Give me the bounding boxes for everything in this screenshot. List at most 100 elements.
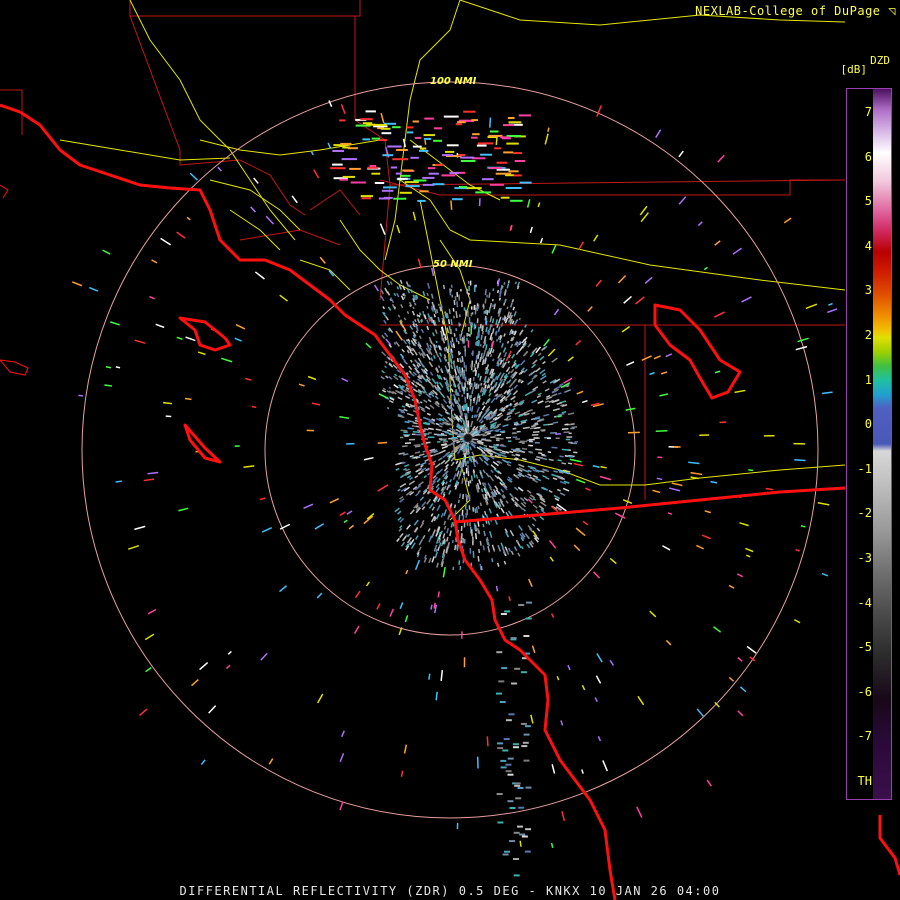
product-caption: DIFFERENTIAL REFLECTIVITY (ZDR) 0.5 DEG …: [179, 884, 721, 898]
radar-echo: [395, 172, 402, 175]
radar-echo: [542, 360, 546, 365]
radar-echo: [507, 117, 515, 119]
radar-echo: [652, 489, 661, 494]
radar-echo: [539, 355, 545, 361]
radar-echo: [411, 433, 416, 436]
radar-echo: [443, 525, 447, 530]
radar-echo: [522, 741, 529, 744]
radar-echo: [559, 455, 564, 458]
radar-echo: [402, 535, 407, 542]
radar-echo: [457, 121, 466, 124]
radar-echo: [479, 502, 482, 507]
radar-echo: [400, 541, 406, 547]
radar-echo: [510, 368, 515, 374]
radar-echo: [413, 519, 419, 526]
radar-echo: [491, 328, 495, 334]
radar-echo: [623, 295, 632, 304]
radar-echo: [254, 271, 265, 280]
radar-echo: [444, 481, 448, 485]
radar-echo: [520, 722, 527, 725]
radar-echo: [423, 455, 428, 458]
radar-echo: [540, 501, 547, 507]
radar-echo: [435, 483, 440, 489]
radar-echo: [523, 497, 529, 502]
radar-echo: [427, 282, 431, 289]
radar-echo: [414, 559, 421, 571]
radar-echo: [793, 442, 806, 445]
radar-echo: [539, 237, 544, 244]
radar-echo: [460, 289, 462, 292]
radar-echo: [507, 773, 514, 776]
radar-echo: [435, 428, 442, 432]
radar-echo: [291, 195, 298, 204]
radar-echo: [537, 400, 544, 404]
radar-echo: [428, 361, 434, 368]
radar-echo: [660, 371, 668, 375]
radar-echo: [515, 797, 522, 800]
radar-echo: [415, 492, 420, 497]
radar-echo: [88, 286, 99, 292]
radar-echo: [404, 464, 410, 468]
radar-echo: [455, 328, 458, 332]
radar-echo: [519, 840, 522, 847]
radar-echo: [392, 126, 401, 129]
radar-echo: [432, 183, 445, 186]
radar-echo: [497, 747, 504, 750]
radar-echo: [551, 764, 556, 774]
radar-echo: [449, 392, 453, 397]
radar-echo: [513, 546, 518, 552]
radar-echo: [469, 385, 472, 390]
radar-echo: [145, 666, 152, 673]
radar-echo: [399, 524, 403, 529]
radar-echo: [419, 190, 429, 193]
radar-echo: [469, 406, 472, 411]
radar-echo: [531, 645, 536, 654]
radar-echo: [490, 130, 499, 133]
radar-echo: [151, 259, 158, 264]
radar-echo: [429, 344, 433, 349]
radar-echo: [413, 179, 427, 182]
radar-echo: [408, 438, 416, 441]
radar-echo: [555, 437, 560, 440]
radar-echo: [397, 488, 401, 492]
radar-echo: [728, 676, 735, 682]
radar-echo: [488, 292, 491, 298]
radar-echo: [221, 357, 233, 363]
radar-echo: [482, 178, 494, 181]
radar-echo: [423, 137, 432, 140]
radar-echo: [484, 439, 491, 442]
radar-echo: [649, 610, 657, 618]
colorbar-ramp: [873, 89, 891, 799]
radar-echo: [737, 710, 744, 717]
radar-echo: [381, 351, 387, 357]
radar-echo: [519, 497, 525, 502]
radar-echo: [341, 730, 345, 738]
radar-echo: [176, 231, 186, 239]
radar-echo: [404, 615, 409, 623]
radar-echo: [485, 326, 488, 333]
radar-echo: [665, 639, 672, 646]
radar-echo: [503, 333, 506, 337]
radar-echo: [468, 505, 471, 510]
colorbar-tick-label: 6: [864, 149, 872, 164]
radar-echo: [518, 525, 523, 531]
radar-echo: [596, 653, 603, 663]
radar-echo: [402, 169, 414, 172]
radar-echo: [139, 708, 148, 717]
radar-echo: [468, 378, 470, 382]
radar-echo: [690, 471, 703, 476]
radar-echo: [492, 358, 495, 362]
radar-echo: [578, 241, 584, 250]
radar-echo: [480, 153, 492, 156]
radar-echo: [524, 533, 530, 540]
radar-echo: [463, 522, 466, 528]
radar-echo: [524, 725, 531, 728]
radar-echo: [200, 759, 206, 765]
radar-echo: [425, 405, 431, 410]
radar-echo: [409, 325, 414, 330]
radar-echo: [473, 363, 476, 368]
radar-echo: [381, 334, 386, 339]
radar-echoes: [71, 100, 838, 877]
radar-echo: [741, 296, 752, 303]
colorbar-tick-label: -2: [857, 506, 872, 521]
